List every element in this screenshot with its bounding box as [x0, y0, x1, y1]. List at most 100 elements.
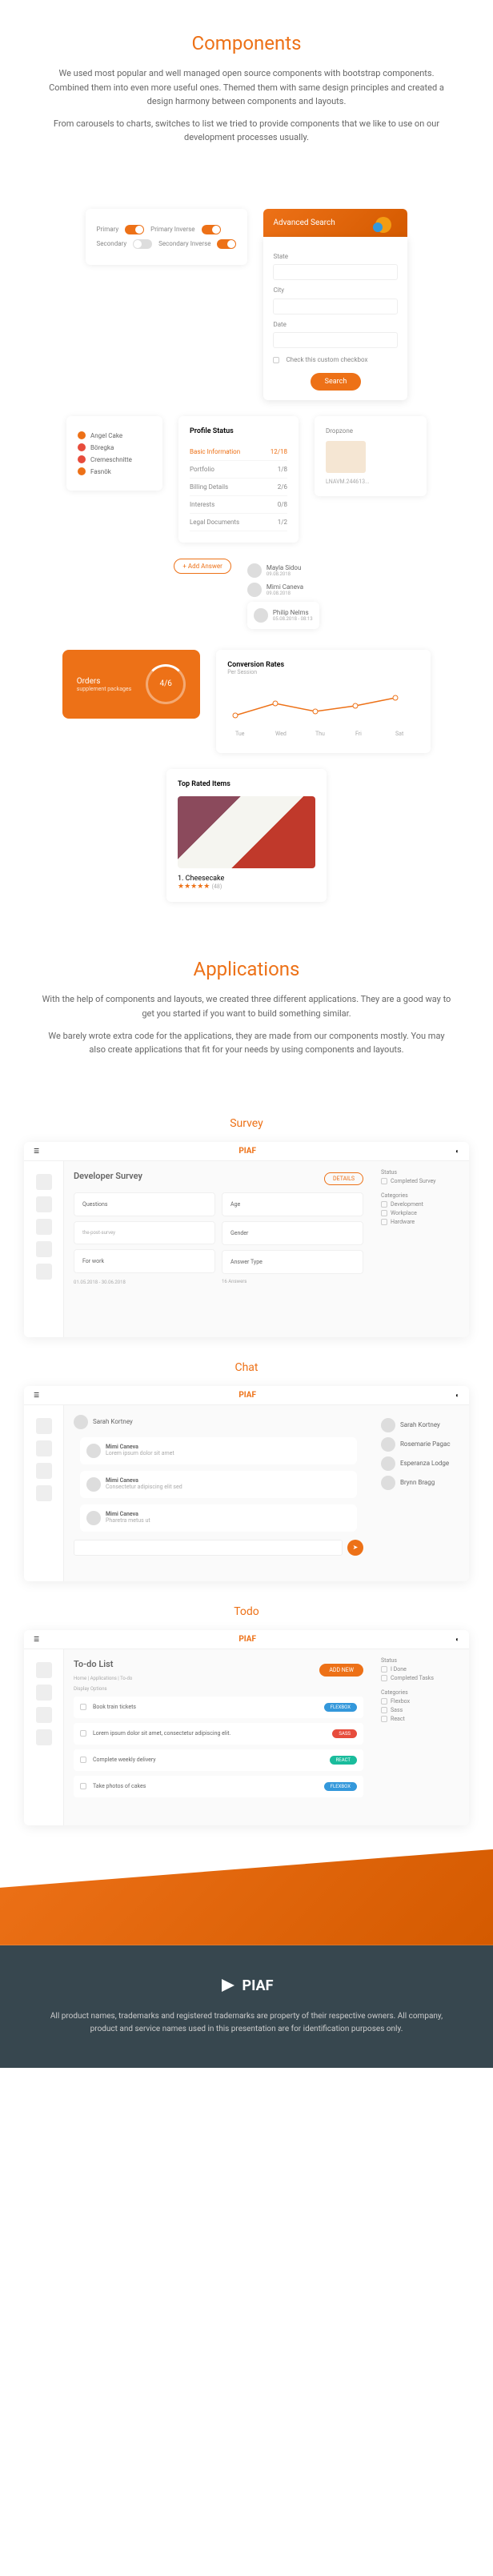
- avatar-name: Mayla Sidou: [267, 564, 302, 571]
- switch-primary-inverse[interactable]: [202, 225, 221, 234]
- custom-checkbox[interactable]: [273, 357, 279, 363]
- ps-label: Basic Information: [190, 448, 240, 455]
- survey-section-title: Survey: [0, 1117, 493, 1130]
- dropzone-title: Dropzone: [326, 427, 415, 435]
- checkbox[interactable]: [381, 1716, 387, 1722]
- avatar-list: Mayla Sidou09.08.2018 Mimi Caneva09.08.2…: [247, 559, 319, 634]
- sidebar-icon[interactable]: [36, 1707, 52, 1723]
- avatar: [74, 1415, 88, 1429]
- survey-question[interactable]: the-post-survey: [74, 1221, 215, 1244]
- ps-val: 12/18: [271, 448, 287, 455]
- svg-text:Thu: Thu: [315, 731, 325, 737]
- add-answer-button[interactable]: + Add Answer: [174, 559, 230, 574]
- checkbox[interactable]: [381, 1219, 387, 1225]
- contact-item[interactable]: Rosemarie Pagac: [381, 1437, 461, 1452]
- checkbox[interactable]: [80, 1757, 86, 1763]
- contact-item[interactable]: Esperanza Lodge: [381, 1456, 461, 1471]
- checkbox[interactable]: [80, 1730, 86, 1737]
- sidebar-icon[interactable]: [36, 1485, 52, 1501]
- chat-contact-name: Sarah Kortney: [93, 1418, 133, 1425]
- checkbox[interactable]: [381, 1666, 387, 1673]
- avatar-date: 09.08.2018: [267, 591, 303, 596]
- sidebar-icon[interactable]: [36, 1174, 52, 1190]
- tag-remove-icon[interactable]: [78, 455, 86, 463]
- components-desc1: We used most popular and well managed op…: [40, 66, 453, 109]
- todo-badge: SASS: [332, 1729, 357, 1738]
- switch-primary[interactable]: [125, 225, 144, 234]
- survey-question[interactable]: Answer Type: [222, 1250, 363, 1274]
- sidebar-icon[interactable]: [36, 1264, 52, 1280]
- checkbox[interactable]: [381, 1675, 387, 1681]
- avatar: [381, 1437, 395, 1452]
- chat-input[interactable]: [74, 1540, 343, 1556]
- menu-icon[interactable]: ☰: [34, 1392, 39, 1399]
- add-new-button[interactable]: ADD NEW: [319, 1664, 363, 1677]
- checkbox[interactable]: [381, 1707, 387, 1713]
- msg-author: Mimi Caneva: [106, 1477, 138, 1484]
- checkbox[interactable]: [381, 1178, 387, 1184]
- avatar: [381, 1418, 395, 1432]
- todo-item[interactable]: Complete weekly delivery REACT: [74, 1749, 363, 1771]
- panel-heading: Categories: [381, 1192, 461, 1199]
- sidebar-icon[interactable]: [36, 1729, 52, 1745]
- contact-name: Rosemarie Pagac: [400, 1440, 451, 1448]
- survey-question[interactable]: Age: [222, 1192, 363, 1216]
- search-button[interactable]: Search: [311, 373, 362, 391]
- todo-text: Book train tickets: [93, 1704, 318, 1710]
- avatar-name: Philip Nelms: [273, 609, 313, 616]
- survey-page-title: Developer Survey: [74, 1171, 142, 1181]
- chat-message: Mimi CanevaConsectetur adipiscing elit s…: [80, 1471, 357, 1498]
- sidebar-icon[interactable]: [36, 1463, 52, 1479]
- dropzone-filename: LNAVM.244613...: [326, 479, 415, 485]
- tag-remove-icon[interactable]: [78, 467, 86, 475]
- switch-secondary-inverse[interactable]: [217, 239, 236, 249]
- contact-item[interactable]: Brynn Bragg: [381, 1476, 461, 1490]
- switch-secondary[interactable]: [133, 239, 152, 249]
- filter-label: Sass: [391, 1707, 403, 1713]
- user-avatar[interactable]: ◐: [455, 1636, 459, 1643]
- tag-remove-icon[interactable]: [78, 443, 86, 451]
- filter-label: Hardware: [391, 1219, 415, 1225]
- checkbox[interactable]: [80, 1783, 86, 1789]
- todo-item[interactable]: Take photos of cakes FLEXBOX: [74, 1776, 363, 1797]
- filter-label: Development: [391, 1201, 423, 1208]
- switch-secondary-inverse-label: Secondary Inverse: [158, 240, 210, 247]
- checkbox[interactable]: [80, 1704, 86, 1710]
- menu-icon[interactable]: ☰: [34, 1148, 39, 1155]
- survey-question[interactable]: Questions: [74, 1192, 215, 1216]
- sidebar-icon[interactable]: [36, 1241, 52, 1257]
- ps-label: Billing Details: [190, 483, 228, 491]
- checkbox[interactable]: [381, 1201, 387, 1208]
- sidebar-icon[interactable]: [36, 1219, 52, 1235]
- survey-question[interactable]: For work: [74, 1249, 215, 1273]
- orders-label: Orders: [77, 677, 132, 686]
- sidebar-icon[interactable]: [36, 1196, 52, 1212]
- question-slug: the-post-survey: [82, 1230, 206, 1236]
- display-options[interactable]: Display Options: [74, 1686, 363, 1692]
- city-input[interactable]: [273, 298, 398, 314]
- survey-question[interactable]: Gender: [222, 1221, 363, 1245]
- balloon-icon: [371, 215, 395, 243]
- state-input[interactable]: [273, 264, 398, 280]
- sidebar-icon[interactable]: [36, 1440, 52, 1456]
- user-avatar[interactable]: ◐: [455, 1148, 459, 1155]
- details-button[interactable]: DETAILS: [324, 1172, 363, 1185]
- user-avatar[interactable]: ◐: [455, 1392, 459, 1399]
- checkbox[interactable]: [381, 1210, 387, 1216]
- contact-item[interactable]: Sarah Kortney: [381, 1418, 461, 1432]
- menu-icon[interactable]: ☰: [34, 1636, 39, 1643]
- sidebar-icon[interactable]: [36, 1418, 52, 1434]
- dropzone-card[interactable]: Dropzone LNAVM.244613...: [315, 416, 427, 496]
- tag-remove-icon[interactable]: [78, 431, 86, 439]
- sidebar-icon[interactable]: [36, 1685, 52, 1701]
- ps-label: Interests: [190, 501, 214, 508]
- filter-label: Flexbox: [391, 1698, 410, 1705]
- svg-text:Sat: Sat: [395, 731, 404, 737]
- todo-item[interactable]: Book train tickets FLEXBOX: [74, 1697, 363, 1718]
- todo-item[interactable]: Lorem ipsum dolor sit amet, consectetur …: [74, 1723, 363, 1745]
- date-input[interactable]: [273, 332, 398, 348]
- city-label: City: [273, 286, 398, 294]
- checkbox[interactable]: [381, 1698, 387, 1705]
- send-button[interactable]: ➤: [347, 1540, 363, 1556]
- sidebar-icon[interactable]: [36, 1662, 52, 1678]
